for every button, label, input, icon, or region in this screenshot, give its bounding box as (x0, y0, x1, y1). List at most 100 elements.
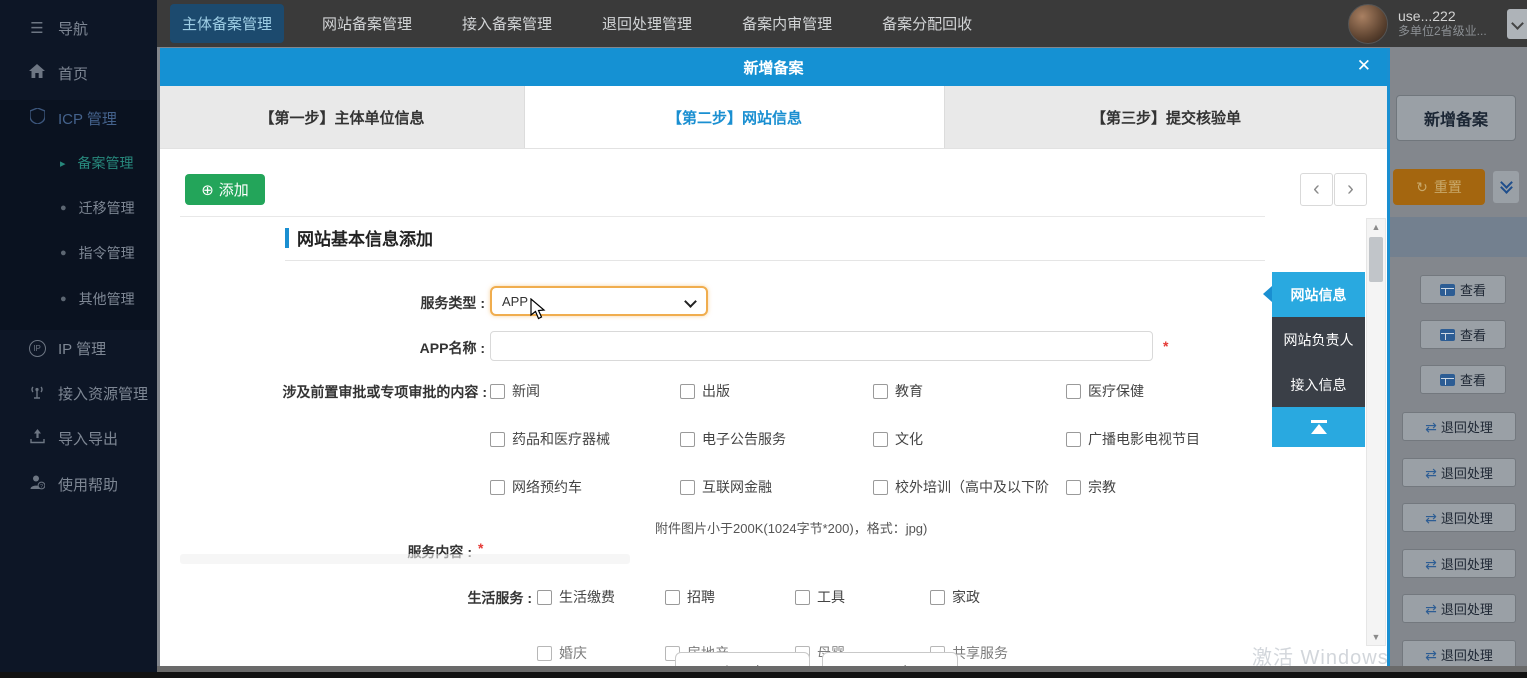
sidebar-item-home[interactable]: 首页 (0, 53, 157, 93)
checkbox-icon (537, 646, 552, 661)
checkbox-healthcare[interactable]: 医疗保健 (1066, 381, 1144, 401)
sidebar-item-icp[interactable]: ICP 管理 (0, 98, 157, 138)
service-type-select[interactable]: APP (490, 286, 708, 316)
checkbox-icon (490, 480, 505, 495)
new-filing-modal: 新增备案 ✕ 【第一步】主体单位信息 【第二步】网站信息 【第三步】提交核验单 … (160, 48, 1390, 666)
reset-button[interactable]: ↻ 重置 (1393, 169, 1485, 205)
checkbox-icon (680, 432, 695, 447)
checkbox-publishing[interactable]: 出版 (680, 381, 730, 401)
step-tab-subject-info[interactable]: 【第一步】主体单位信息 (160, 86, 525, 148)
checkbox-fintech[interactable]: 互联网金融 (680, 477, 772, 497)
checkbox-label: 工具 (817, 587, 845, 607)
return-handle-button[interactable]: ⇄ 退回处理 (1402, 458, 1516, 487)
return-label: 退回处理 (1441, 599, 1493, 618)
checkbox-icon (490, 384, 505, 399)
checkbox-ridehailing[interactable]: 网络预约车 (490, 477, 582, 497)
new-filing-button[interactable]: 新增备案 (1396, 95, 1516, 141)
checkbox-education[interactable]: 教育 (873, 381, 923, 401)
tab-website-filing[interactable]: 网站备案管理 (310, 4, 424, 43)
app-name-input[interactable] (490, 331, 1153, 361)
chevron-down-icon (684, 295, 697, 308)
checkbox-icon (490, 432, 505, 447)
checkbox-icon (873, 480, 888, 495)
tab-access-filing[interactable]: 接入备案管理 (450, 4, 564, 43)
back-to-top-button[interactable] (1272, 407, 1365, 447)
sidebar-item-ip[interactable]: IP IP 管理 (0, 328, 157, 368)
windows-watermark: 激活 Windows (1252, 641, 1389, 670)
checkbox-icon (930, 590, 945, 605)
checkbox-news[interactable]: 新闻 (490, 381, 540, 401)
user-dropdown-button[interactable] (1507, 9, 1527, 39)
view-button[interactable]: 查看 (1420, 275, 1506, 304)
modal-scrollbar[interactable]: ▲ ▼ (1366, 218, 1386, 646)
checkbox-icon (537, 590, 552, 605)
checkbox-religion[interactable]: 宗教 (1066, 477, 1116, 497)
return-handle-button[interactable]: ⇄ 退回处理 (1402, 412, 1516, 441)
checkbox-culture[interactable]: 文化 (873, 429, 923, 449)
sidebar-item-access-resources[interactable]: 接入资源管理 (0, 373, 157, 413)
next-page-button[interactable]: › (1334, 173, 1367, 206)
sidebar-item-nav[interactable]: ☰ 导航 (0, 8, 157, 48)
checkbox-label: 药品和医疗器械 (512, 429, 610, 449)
scrollbar-thumb[interactable] (1369, 237, 1383, 282)
mouse-cursor (530, 298, 547, 326)
scroll-up-icon[interactable]: ▲ (1367, 222, 1385, 232)
checkbox-icon (680, 480, 695, 495)
checkbox-icon (665, 590, 680, 605)
sidebar-subitem-filing-mgmt[interactable]: ▸ 备案管理 (0, 144, 157, 182)
tab-return-processing[interactable]: 退回处理管理 (590, 4, 704, 43)
step-tab-website-info[interactable]: 【第二步】网站信息 (525, 86, 945, 148)
antenna-icon (26, 384, 48, 403)
anchor-access-info[interactable]: 接入信息 (1272, 362, 1365, 407)
user-org: 多单位2省级业... (1398, 24, 1503, 39)
life-service-label: 生活服务 : (400, 588, 532, 608)
return-loop-icon: ⇄ (1425, 557, 1437, 571)
sidebar-item-import-export[interactable]: 导入导出 (0, 418, 157, 458)
return-handle-button[interactable]: ⇄ 退回处理 (1402, 594, 1516, 623)
checkbox-pharma[interactable]: 药品和医疗器械 (490, 429, 610, 449)
prev-page-button[interactable]: ‹ (1300, 173, 1333, 206)
checkbox-label: 广播电影电视节目 (1088, 429, 1200, 449)
sidebar-item-help[interactable]: ? 使用帮助 (0, 464, 157, 504)
sidebar-subitem-other-mgmt[interactable]: ● 其他管理 (0, 280, 157, 318)
tab-filing-allocation[interactable]: 备案分配回收 (870, 4, 984, 43)
view-button[interactable]: 查看 (1420, 320, 1506, 349)
add-button[interactable]: ⊕ 添加 (185, 174, 265, 205)
return-handle-button[interactable]: ⇄ 退回处理 (1402, 640, 1516, 669)
section-title-text: 网站基本信息添加 (297, 225, 433, 250)
checkbox-training[interactable]: 校外培训（高中及以下阶 (873, 477, 1049, 497)
svg-text:?: ? (39, 484, 42, 490)
section-title-bar (285, 228, 289, 248)
checkbox-utility-pay[interactable]: 生活缴费 (537, 587, 615, 607)
collapse-toolbar-button[interactable] (1493, 171, 1519, 203)
tab-internal-review[interactable]: 备案内审管理 (730, 4, 844, 43)
checkbox-tools[interactable]: 工具 (795, 587, 845, 607)
sidebar-subitem-label: 指令管理 (79, 243, 135, 263)
anchor-website-manager[interactable]: 网站负责人 (1272, 317, 1365, 362)
sidebar-subitem-migration-mgmt[interactable]: ● 迁移管理 (0, 189, 157, 227)
checkbox-label: 医疗保健 (1088, 381, 1144, 401)
view-button[interactable]: 查看 (1420, 365, 1506, 394)
checkbox-broadcast[interactable]: 广播电影电视节目 (1066, 429, 1200, 449)
checkbox-bbs[interactable]: 电子公告服务 (680, 429, 786, 449)
sidebar-subitem-directive-mgmt[interactable]: ● 指令管理 (0, 234, 157, 272)
app-name-label: APP名称 : (340, 338, 485, 358)
return-handle-button[interactable]: ⇄ 退回处理 (1402, 503, 1516, 532)
step-tab-submit-verification[interactable]: 【第三步】提交核验单 (945, 86, 1387, 148)
checkbox-label: 新闻 (512, 381, 540, 401)
home-icon (26, 64, 48, 82)
checkbox-label: 宗教 (1088, 477, 1116, 497)
menu-icon: ☰ (26, 19, 48, 37)
anchor-website-info[interactable]: 网站信息 (1272, 272, 1365, 317)
close-icon[interactable]: ✕ (1357, 56, 1371, 76)
tab-subject-filing[interactable]: 主体备案管理 (170, 4, 284, 43)
checkbox-recruiting[interactable]: 招聘 (665, 587, 715, 607)
checkbox-housekeeping[interactable]: 家政 (930, 587, 980, 607)
avatar[interactable] (1348, 4, 1388, 44)
required-asterisk: * (1163, 338, 1168, 354)
checkbox-wedding[interactable]: 婚庆 (537, 643, 587, 663)
checkbox-label: 招聘 (687, 587, 715, 607)
upload-icon (26, 429, 48, 448)
checkbox-label: 出版 (702, 381, 730, 401)
return-handle-button[interactable]: ⇄ 退回处理 (1402, 549, 1516, 578)
